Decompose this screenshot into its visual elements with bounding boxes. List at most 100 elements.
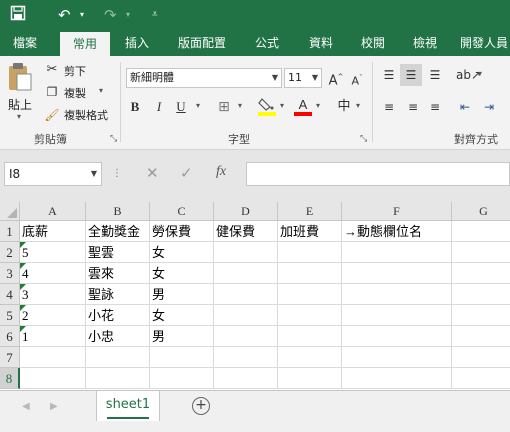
borders-dropdown-icon[interactable]: ▾ xyxy=(238,101,242,110)
name-box[interactable]: I8 ▼ xyxy=(4,162,102,186)
tab-data[interactable]: 資料 xyxy=(298,30,344,56)
font-name-select[interactable]: 新細明體 ▼ xyxy=(126,68,282,88)
select-all-button[interactable] xyxy=(0,202,20,221)
tab-home[interactable]: 常用 xyxy=(60,32,110,56)
column-header-g[interactable]: G xyxy=(452,202,510,221)
decrease-indent-icon[interactable]: ⇤ xyxy=(456,98,474,116)
cell-c5[interactable]: 女 xyxy=(150,305,214,326)
copy-icon[interactable]: ❐ xyxy=(44,83,60,101)
tab-page-layout[interactable]: 版面配置 xyxy=(170,30,234,56)
align-center-icon[interactable]: ≡ xyxy=(404,98,422,116)
tab-developer[interactable]: 開發人員 xyxy=(460,30,510,56)
cell-e6[interactable] xyxy=(278,326,342,347)
cell-d4[interactable] xyxy=(214,284,278,305)
copy-button[interactable]: 複製 xyxy=(64,85,86,101)
cell-f7[interactable] xyxy=(342,347,452,368)
cell-e2[interactable] xyxy=(278,242,342,263)
increase-indent-icon[interactable]: ⇥ xyxy=(480,98,498,116)
insert-function-icon[interactable]: fx xyxy=(216,164,226,180)
fill-color-icon[interactable] xyxy=(258,96,276,118)
cut-icon[interactable]: ✂ xyxy=(44,61,60,79)
borders-icon[interactable]: ⊞ xyxy=(216,98,232,116)
tab-formulas[interactable]: 公式 xyxy=(244,30,290,56)
cell-f8[interactable] xyxy=(342,368,452,389)
cell-c1[interactable]: 勞保費 xyxy=(150,221,214,242)
cell-b5[interactable]: 小花 xyxy=(86,305,150,326)
row-header-6[interactable]: 6 xyxy=(0,326,20,347)
tab-review[interactable]: 校閱 xyxy=(350,30,396,56)
cell-a3[interactable]: 4 xyxy=(20,263,86,284)
cell-d5[interactable] xyxy=(214,305,278,326)
row-header-2[interactable]: 2 xyxy=(0,242,20,263)
next-sheet-icon[interactable]: ▶ xyxy=(50,401,58,412)
cell-e8[interactable] xyxy=(278,368,342,389)
decrease-font-size-icon[interactable]: Aˇ xyxy=(350,69,364,91)
cell-d7[interactable] xyxy=(214,347,278,368)
paste-icon[interactable] xyxy=(6,62,34,92)
phonetic-dropdown-icon[interactable]: ▾ xyxy=(356,101,360,110)
cell-a1[interactable]: 底薪 xyxy=(20,221,86,242)
row-header-5[interactable]: 5 xyxy=(0,305,20,326)
cell-g6[interactable] xyxy=(452,326,510,347)
underline-button[interactable]: U xyxy=(174,98,188,116)
cell-d2[interactable] xyxy=(214,242,278,263)
cell-a7[interactable] xyxy=(20,347,86,368)
bold-button[interactable]: B xyxy=(128,98,142,116)
cell-e3[interactable] xyxy=(278,263,342,284)
undo-icon[interactable]: ↶ xyxy=(58,5,71,25)
clipboard-launcher-icon[interactable]: ⤡ xyxy=(110,134,117,144)
cell-f5[interactable] xyxy=(342,305,452,326)
paste-button[interactable]: 貼上 xyxy=(8,96,32,113)
cell-a6[interactable]: 1 xyxy=(20,326,86,347)
format-painter-icon[interactable]: 🖌 xyxy=(44,106,60,124)
cell-g7[interactable] xyxy=(452,347,510,368)
column-header-f[interactable]: F xyxy=(342,202,452,221)
cell-c2[interactable]: 女 xyxy=(150,242,214,263)
cell-f3[interactable] xyxy=(342,263,452,284)
cell-c7[interactable] xyxy=(150,347,214,368)
cell-g8[interactable] xyxy=(452,368,510,389)
customize-quick-access-icon[interactable]: ⩡ xyxy=(152,5,158,25)
tab-view[interactable]: 檢視 xyxy=(402,30,448,56)
align-bottom-icon[interactable]: ☰ xyxy=(426,66,444,84)
sheet-tab[interactable]: sheet1 xyxy=(96,391,160,421)
cell-e7[interactable] xyxy=(278,347,342,368)
save-icon[interactable] xyxy=(10,5,26,26)
cell-c4[interactable]: 男 xyxy=(150,284,214,305)
column-header-d[interactable]: D xyxy=(214,202,278,221)
row-header-7[interactable]: 7 xyxy=(0,347,20,368)
cell-e4[interactable] xyxy=(278,284,342,305)
cell-a4[interactable]: 3 xyxy=(20,284,86,305)
cut-button[interactable]: 剪下 xyxy=(64,63,86,79)
cell-f1[interactable]: →動態欄位名 xyxy=(342,221,452,242)
cell-b1[interactable]: 全勤獎金 xyxy=(86,221,150,242)
cell-g5[interactable] xyxy=(452,305,510,326)
cell-g3[interactable] xyxy=(452,263,510,284)
row-header-4[interactable]: 4 xyxy=(0,284,20,305)
font-launcher-icon[interactable]: ⤡ xyxy=(360,134,367,144)
cell-b4[interactable]: 聖詠 xyxy=(86,284,150,305)
cancel-icon[interactable]: ✕ xyxy=(146,164,159,182)
font-color-icon[interactable]: A xyxy=(294,96,312,118)
column-header-b[interactable]: B xyxy=(86,202,150,221)
undo-dropdown-icon[interactable]: ▾ xyxy=(80,5,84,25)
cell-f4[interactable] xyxy=(342,284,452,305)
cell-f6[interactable] xyxy=(342,326,452,347)
cell-f2[interactable] xyxy=(342,242,452,263)
format-painter-button[interactable]: 複製格式 xyxy=(64,107,108,123)
cell-b2[interactable]: 聖雲 xyxy=(86,242,150,263)
align-right-icon[interactable]: ≡ xyxy=(426,98,444,116)
cell-e5[interactable] xyxy=(278,305,342,326)
increase-font-size-icon[interactable]: A^ xyxy=(328,68,344,90)
tab-insert[interactable]: 插入 xyxy=(114,30,160,56)
column-header-e[interactable]: E xyxy=(278,202,342,221)
enter-icon[interactable]: ✓ xyxy=(180,164,193,182)
paste-dropdown-icon[interactable]: ▾ xyxy=(17,112,21,121)
orientation-icon[interactable]: ab↗ xyxy=(456,66,481,84)
fill-color-dropdown-icon[interactable]: ▾ xyxy=(280,101,284,110)
add-sheet-icon[interactable]: + xyxy=(192,397,210,415)
cell-d3[interactable] xyxy=(214,263,278,284)
cell-b8[interactable] xyxy=(86,368,150,389)
cell-c3[interactable]: 女 xyxy=(150,263,214,284)
font-size-select[interactable]: 11 ▼ xyxy=(284,68,322,88)
